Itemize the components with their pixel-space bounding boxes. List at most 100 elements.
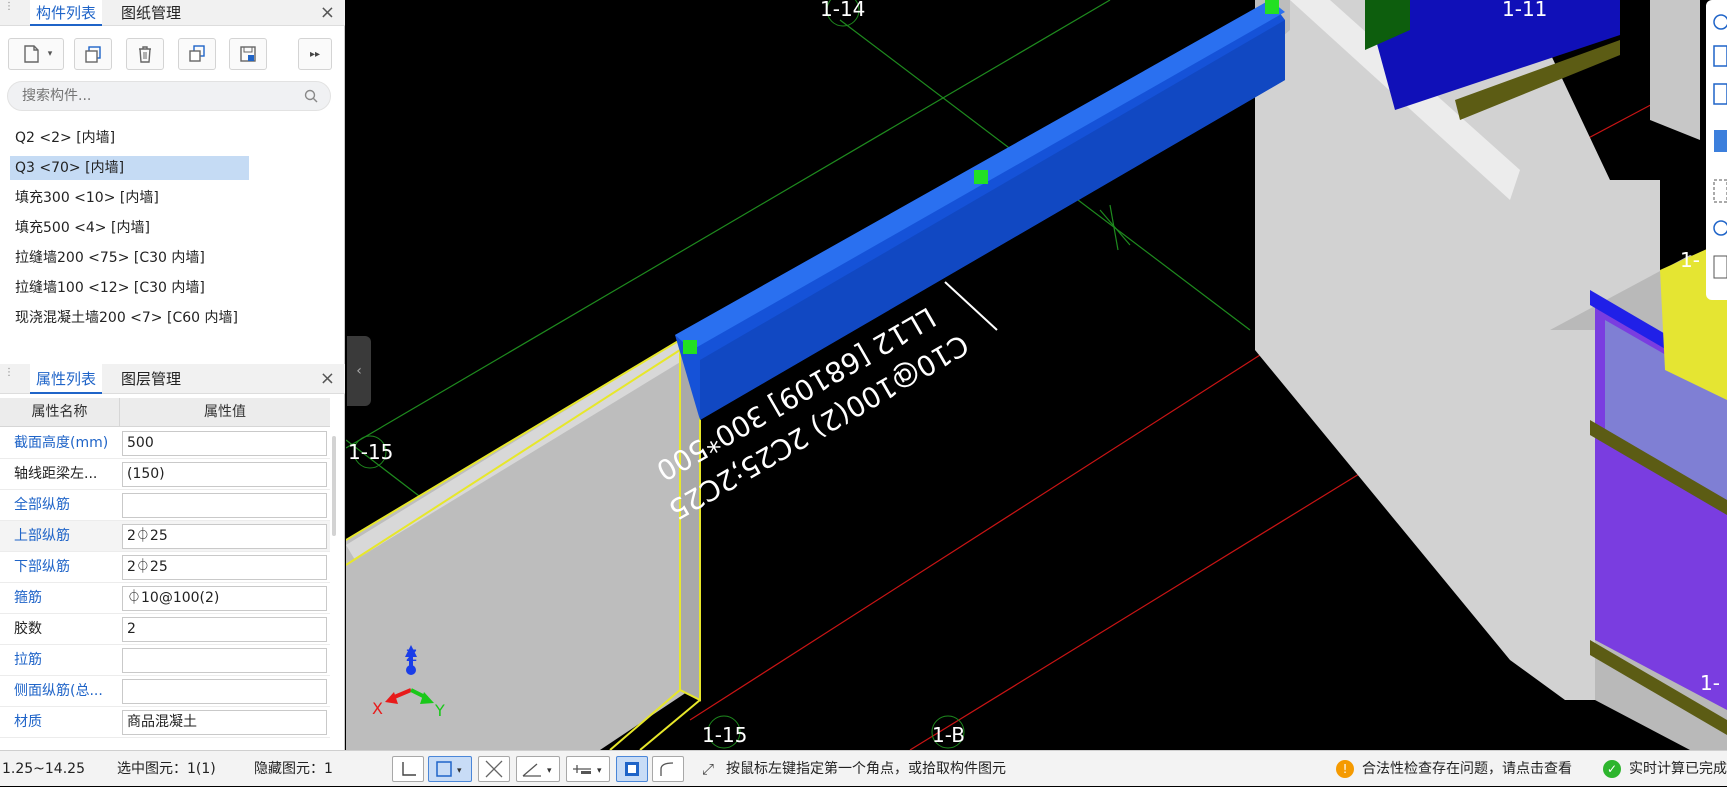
tab-property-list[interactable]: 属性列表 <box>30 364 103 394</box>
beam-front <box>700 20 1285 420</box>
prop-name: 胶数 <box>14 621 42 637</box>
list-item[interactable]: Q2 <2> [内墙] <box>10 126 120 150</box>
curve-button[interactable] <box>652 756 684 782</box>
prop-value-field[interactable]: 2 <box>122 617 327 642</box>
prop-value-field[interactable] <box>122 493 327 518</box>
list-icon[interactable] <box>1713 255 1727 279</box>
prop-value-field[interactable]: (150) <box>122 462 327 487</box>
wall-right <box>1650 0 1700 140</box>
view-toolbar-icons <box>1713 14 1727 279</box>
list-item[interactable]: 现浇混凝土墙200 <7> [C60 内墙] <box>10 306 243 330</box>
grip-point[interactable] <box>683 340 697 354</box>
list-item-selected[interactable]: Q3 <70> [内墙] <box>10 156 249 180</box>
elevation-readout: 1.25~14.25 <box>2 761 85 777</box>
close-icon[interactable]: × <box>320 367 335 391</box>
ortho-icon <box>402 762 416 776</box>
left-panel: ⋮ 构件列表 图纸管理 × ▾ ▸▸ Q2 <2> [内墙] Q3 <70> [… <box>0 0 345 750</box>
list-item[interactable]: 拉缝墙200 <75> [C30 内墙] <box>10 246 210 270</box>
hidden-count: 隐藏图元：1 <box>254 761 333 777</box>
hint-text: 按鼠标左键指定第一个角点，或拾取构件图元 <box>726 761 1006 777</box>
snap-button[interactable]: ▾ <box>428 756 472 782</box>
col-header-name: 属性名称 <box>0 398 120 426</box>
table-row: 上部纵筋 2⏀25 <box>0 521 330 552</box>
delete-button[interactable] <box>126 38 164 70</box>
layer-copy-icon <box>189 45 205 62</box>
wall-front[interactable] <box>346 340 690 750</box>
collapse-panel-button[interactable]: ‹ <box>347 336 371 406</box>
col-header-value: 属性值 <box>204 404 246 420</box>
copy-button[interactable] <box>74 38 112 70</box>
save-icon <box>240 46 256 62</box>
grip-point[interactable] <box>1265 0 1279 14</box>
view-toolbar <box>1706 0 1727 300</box>
property-scrollbar[interactable] <box>332 436 336 536</box>
tab-component-list[interactable]: 构件列表 <box>30 0 103 26</box>
table-row: 全部纵筋 <box>0 490 330 521</box>
prop-name: 拉筋 <box>14 652 42 668</box>
display-button[interactable] <box>616 756 648 782</box>
3d-view-icon[interactable] <box>1713 83 1727 105</box>
property-tabbar: ⋮ 属性列表 图层管理 × <box>0 364 345 394</box>
validation-warning-link[interactable]: 合法性检查存在问题，请点击查看 <box>1362 751 1572 787</box>
prop-name: 轴线距梁左... <box>14 466 98 482</box>
prop-value-field[interactable]: 2⏀25 <box>122 524 327 549</box>
list-item[interactable]: 填充300 <10> [内墙] <box>10 186 164 210</box>
rotate-icon[interactable] <box>1713 220 1727 236</box>
grid-line <box>1099 209 1131 246</box>
tab-layer-manage[interactable]: 图层管理 <box>115 364 187 394</box>
svg-text:▾: ▾ <box>457 766 462 776</box>
search-box[interactable] <box>7 81 331 111</box>
ortho-button[interactable] <box>392 756 424 782</box>
display-icon <box>625 762 639 776</box>
status-bar: 1.25~14.25 选中图元：1(1) 隐藏图元：1 ▾ ▾ ▾ ⤢ 按鼠标左… <box>0 750 1727 786</box>
y-label: Y <box>434 701 445 720</box>
3d-viewport[interactable]: C10@100(2) 2C25;2C25 LL12 [68109] 300*50… <box>346 0 1727 750</box>
cross-button[interactable] <box>478 756 510 782</box>
angle-button[interactable]: ▾ <box>516 756 560 782</box>
close-icon[interactable]: × <box>320 1 335 25</box>
grip-point[interactable] <box>974 170 988 184</box>
new-component-button[interactable]: ▾ <box>8 38 64 70</box>
list-item[interactable]: 填充500 <4> [内墙] <box>10 216 155 240</box>
save-template-button[interactable] <box>229 38 267 70</box>
prop-name: 截面高度(mm) <box>14 435 109 451</box>
list-item[interactable]: 拉缝墙100 <12> [C30 内墙] <box>10 276 210 300</box>
dimension-button[interactable]: ▾ <box>566 756 610 782</box>
svg-text:▾: ▾ <box>547 766 552 776</box>
property-table-header: 属性名称 属性值 <box>0 398 330 427</box>
angle-icon: ▾ <box>522 763 552 777</box>
axis-label: 1- <box>1680 248 1700 272</box>
curve-icon <box>660 762 674 776</box>
prop-name: 箍筋 <box>14 590 42 606</box>
prop-value-field[interactable]: 商品混凝土 <box>122 710 327 735</box>
more-icon: ▸▸ <box>309 48 321 60</box>
orbit-icon[interactable] <box>1713 14 1727 30</box>
drag-grip-icon[interactable]: ⋮ <box>4 368 14 388</box>
2d-view-icon[interactable] <box>1713 45 1727 67</box>
search-icon[interactable] <box>304 89 318 103</box>
snap-icon: ▾ <box>436 761 462 777</box>
more-button[interactable]: ▸▸ <box>298 38 332 70</box>
grid-line <box>1109 204 1119 251</box>
table-row: 材质 商品混凝土 <box>0 707 330 738</box>
label-leader <box>944 281 998 331</box>
search-input[interactable] <box>8 82 288 110</box>
drag-grip-icon[interactable]: ⋮ <box>4 2 14 22</box>
3d-scene[interactable]: C10@100(2) 2C25;2C25 LL12 [68109] 300*50… <box>346 0 1727 750</box>
prop-value-field[interactable]: 2⏀25 <box>122 555 327 580</box>
check-icon: ✓ <box>1603 760 1621 778</box>
prop-name: 材质 <box>14 714 42 730</box>
prop-value-field[interactable] <box>122 648 327 673</box>
prop-value-field[interactable]: ⏀10@100(2) <box>122 586 327 611</box>
select-box-icon[interactable] <box>1713 179 1727 203</box>
view-mode-icon[interactable] <box>1714 130 1727 152</box>
prop-name: 侧面纵筋(总... <box>14 683 103 699</box>
axis-label: 1-B <box>932 723 965 747</box>
prop-value-field[interactable] <box>122 679 327 704</box>
warning-icon[interactable]: ! <box>1336 760 1354 778</box>
tab-drawing-manage[interactable]: 图纸管理 <box>115 0 187 26</box>
axis-label: 1-15 <box>702 723 747 747</box>
prop-value-field[interactable]: 500 <box>122 431 327 456</box>
layer-copy-button[interactable] <box>178 38 216 70</box>
dropdown-arrow-icon[interactable]: ▾ <box>48 49 53 59</box>
